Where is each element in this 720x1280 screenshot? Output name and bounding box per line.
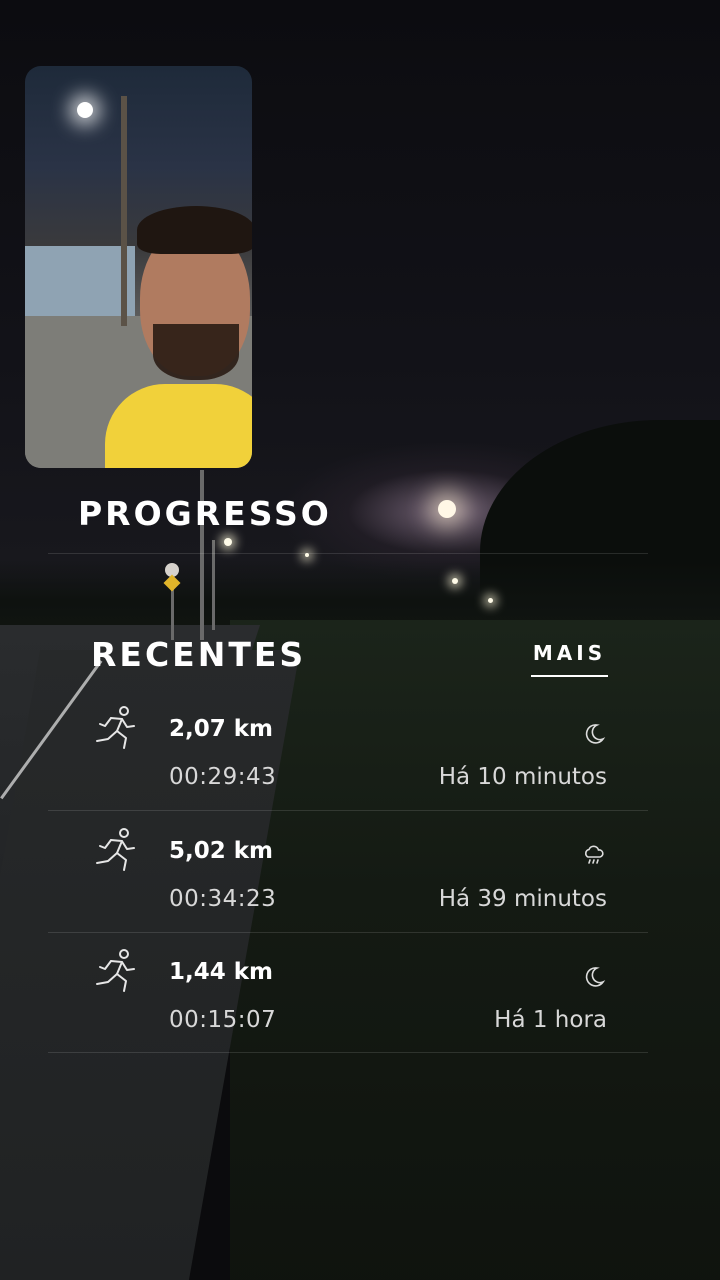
activity-row[interactable]: 2,07 km 00:29:43 Há 10 minutos xyxy=(48,702,648,822)
running-icon xyxy=(96,706,135,749)
distance-value: 5,02 km xyxy=(169,838,274,864)
moon-icon xyxy=(585,967,606,987)
distance-value: 1,44 km xyxy=(169,959,274,985)
progress-title: PROGRESSO xyxy=(78,494,332,533)
duration-value: 00:15:07 xyxy=(169,1007,277,1033)
divider xyxy=(48,553,648,554)
duration-value: 00:34:23 xyxy=(169,886,277,912)
rain-cloud-icon xyxy=(585,845,604,864)
time-ago: Há 10 minutos xyxy=(438,764,607,790)
photo-pole xyxy=(121,96,127,326)
running-icon xyxy=(96,949,135,992)
photo-shirt xyxy=(105,384,252,468)
running-icon xyxy=(96,828,135,871)
more-button[interactable]: MAIS xyxy=(531,641,608,677)
photo-beard xyxy=(153,324,239,380)
recents-title: RECENTES xyxy=(91,635,307,674)
activity-row[interactable]: 5,02 km 00:34:23 Há 39 minutos xyxy=(48,824,648,944)
time-ago: Há 39 minutos xyxy=(438,886,607,912)
time-ago: Há 1 hora xyxy=(494,1007,607,1033)
selfie-photo xyxy=(25,66,252,468)
photo-hair xyxy=(137,206,252,254)
street-lamp xyxy=(452,578,458,584)
street-lamp xyxy=(224,538,232,546)
divider xyxy=(48,810,648,811)
moon xyxy=(438,500,456,518)
divider xyxy=(48,1052,648,1053)
street-lamp xyxy=(488,598,493,603)
distance-value: 2,07 km xyxy=(169,716,274,742)
moon-icon xyxy=(585,724,606,744)
duration-value: 00:29:43 xyxy=(169,764,277,790)
divider xyxy=(48,932,648,933)
photo-streetlight xyxy=(77,102,93,118)
activity-row[interactable]: 1,44 km 00:15:07 Há 1 hora xyxy=(48,945,648,1065)
